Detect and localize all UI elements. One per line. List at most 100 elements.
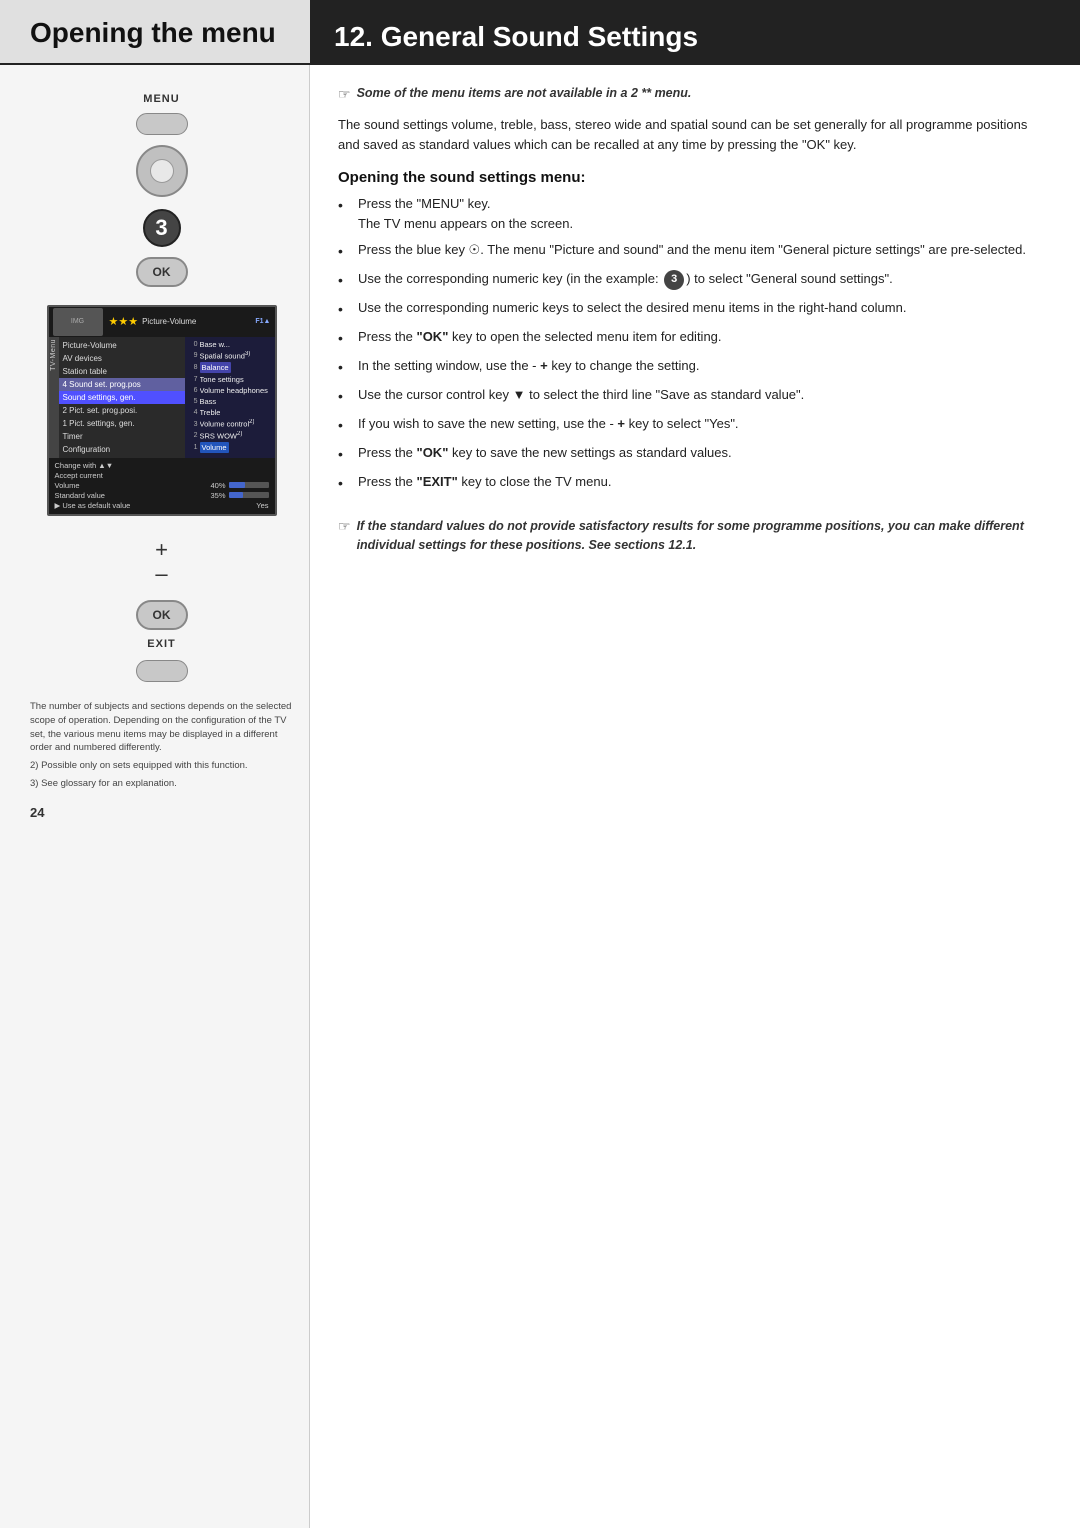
bullet-dot-1: •: [338, 195, 354, 216]
right-column: ☞ Some of the menu items are not availab…: [310, 65, 1080, 1528]
header-left: Opening the menu: [0, 0, 310, 63]
tv-right-row-9: 9 Spatial sound3): [185, 350, 275, 362]
list-item-4: • Use the corresponding numeric keys to …: [338, 298, 1048, 320]
menu-button[interactable]: [136, 113, 188, 135]
tv-right-row-4: 4 Treble: [185, 407, 275, 418]
bullet-dot-6: •: [338, 357, 354, 378]
tv-menu-item-station: Station table: [59, 365, 185, 378]
body-text: The sound settings volume, treble, bass,…: [338, 115, 1048, 155]
bullet-text-8: If you wish to save the new setting, use…: [358, 414, 739, 434]
note-box: ☞ Some of the menu items are not availab…: [338, 85, 1048, 103]
ok-button-1[interactable]: OK: [136, 257, 188, 287]
tv-menu-item-av: AV devices: [59, 352, 185, 365]
minus-sign: –: [155, 562, 167, 586]
list-item-1: • Press the "MENU" key.The TV menu appea…: [338, 194, 1048, 233]
left-column: MENU 3 OK IMG ★★★ Picture-Volume F1▲ TV-…: [0, 65, 310, 1528]
page: Opening the menu 12. General Sound Setti…: [0, 0, 1080, 1528]
header-right: 12. General Sound Settings: [310, 0, 1080, 63]
tv-right-row-3: 3 Volume control2): [185, 418, 275, 430]
tv-menu-bottom: Change with ▲▼ Accept current Volume 40%…: [49, 458, 275, 514]
bullet-dot-3: •: [338, 270, 354, 291]
tv-bottom-row-volume: Volume 40%: [55, 481, 269, 490]
bullet-text-4: Use the corresponding numeric keys to se…: [358, 298, 906, 318]
tv-menu-item-sound-gen: Sound settings, gen.: [59, 391, 185, 404]
bullet-list: • Press the "MENU" key.The TV menu appea…: [338, 194, 1048, 501]
plus-minus-indicator: + –: [155, 538, 168, 586]
page-number: 24: [30, 805, 44, 820]
plus-sign: +: [155, 538, 168, 562]
bullet-dot-10: •: [338, 473, 354, 494]
circle-button[interactable]: [136, 145, 188, 197]
bullet-dot-7: •: [338, 386, 354, 407]
tv-right-num-0: 0: [188, 341, 198, 348]
exit-label: EXIT: [147, 638, 175, 650]
footnote-3: 3) See glossary for an explanation.: [30, 777, 293, 791]
bullet-dot-8: •: [338, 415, 354, 436]
list-item-9: • Press the "OK" key to save the new set…: [338, 443, 1048, 465]
list-item-6: • In the setting window, use the - + key…: [338, 356, 1048, 378]
footnote-2: 2) Possible only on sets equipped with t…: [30, 759, 293, 773]
number-badge-3: 3: [664, 270, 684, 290]
menu-label: MENU: [143, 93, 179, 105]
tv-menu-topbar: IMG ★★★ Picture-Volume F1▲: [49, 307, 275, 337]
tv-bottom-row-1: Change with ▲▼: [55, 461, 269, 470]
tv-right-row-6: 6 Volume headphones: [185, 385, 275, 396]
f1-badge: F1▲: [255, 318, 270, 325]
std-bar: [229, 492, 243, 498]
ok-exit-row: + – OK EXIT: [136, 532, 188, 686]
tv-right-row-5: 5 Bass: [185, 396, 275, 407]
tv-right-row-7: 7 Tone settings: [185, 374, 275, 385]
footnote-1: The number of subjects and sections depe…: [30, 700, 293, 755]
note-text: Some of the menu items are not available…: [357, 85, 692, 103]
tv-menu-body: TV-Menu Picture-Volume AV devices Statio…: [49, 337, 275, 458]
list-item-7: • Use the cursor control key ▼ to select…: [338, 385, 1048, 407]
italic-note-box: ☞ If the standard values do not provide …: [338, 517, 1048, 555]
bullet-text-7: Use the cursor control key ▼ to select t…: [358, 385, 804, 405]
bullet-text-5: Press the "OK" key to open the selected …: [358, 327, 722, 347]
bullet-dot-2: •: [338, 241, 354, 262]
tv-menu-item-pict-gen: 1 Pict. settings, gen.: [59, 417, 185, 430]
italic-note-text: If the standard values do not provide sa…: [357, 517, 1048, 555]
note-icon: ☞: [338, 86, 351, 103]
header-row: Opening the menu 12. General Sound Setti…: [0, 0, 1080, 65]
list-item-5: • Press the "OK" key to open the selecte…: [338, 327, 1048, 349]
tv-right-row-0: 0 Base w...: [185, 339, 275, 350]
footnotes: The number of subjects and sections depe…: [30, 700, 293, 795]
bullet-text-2: Press the blue key ☉. The menu "Picture …: [358, 240, 1026, 260]
tv-menu-right: 0 Base w... 9 Spatial sound3) 8 Balance: [185, 337, 275, 458]
tv-right-row-1: 1 Volume: [185, 441, 275, 454]
number-3-badge: 3: [143, 209, 181, 247]
ok-button-2[interactable]: OK: [136, 600, 188, 630]
right-title: 12. General Sound Settings: [334, 22, 698, 53]
tv-menu-item-pict: 2 Pict. set. prog.posi.: [59, 404, 185, 417]
bullet-dot-9: •: [338, 444, 354, 465]
tv-strip-label: TV-Menu: [50, 339, 57, 371]
bullet-text-6: In the setting window, use the - + key t…: [358, 356, 699, 376]
list-item-10: • Press the "EXIT" key to close the TV m…: [338, 472, 1048, 494]
bullet-dot-4: •: [338, 299, 354, 320]
tv-right-label-0: Base w...: [200, 340, 230, 349]
tv-right-row-8: 8 Balance: [185, 361, 275, 374]
volume-bar: [229, 482, 245, 488]
list-item-8: • If you wish to save the new setting, u…: [338, 414, 1048, 436]
tv-menu-left-strip: TV-Menu: [49, 337, 59, 458]
tv-thumbnail: IMG: [53, 308, 103, 336]
list-item-3: • Use the corresponding numeric key (in …: [338, 269, 1048, 291]
section-heading: Opening the sound settings menu:: [338, 169, 1048, 186]
tv-menu-item-timer: Timer: [59, 430, 185, 443]
tv-prog-label: Picture-Volume: [142, 317, 196, 326]
remote-diagram: MENU 3 OK: [30, 93, 293, 291]
bullet-text-9: Press the "OK" key to save the new setti…: [358, 443, 732, 463]
tv-menu-item-config: Configuration: [59, 443, 185, 456]
tv-right-row-2: 2 SRS WOW2): [185, 430, 275, 442]
tv-bottom-row-2: Accept current: [55, 471, 269, 480]
italic-note-icon: ☞: [338, 518, 351, 535]
tv-bottom-row-std: Standard value 35%: [55, 491, 269, 500]
list-item-2: • Press the blue key ☉. The menu "Pictur…: [338, 240, 1048, 262]
tv-menu-item-prog: Picture-Volume: [59, 339, 185, 352]
bullet-text-10: Press the "EXIT" key to close the TV men…: [358, 472, 611, 492]
tv-menu-center: Picture-Volume AV devices Station table …: [59, 337, 185, 458]
bullet-dot-5: •: [338, 328, 354, 349]
exit-button[interactable]: [136, 660, 188, 682]
tv-bottom-row-default: ▶ Use as default value Yes: [55, 501, 269, 510]
